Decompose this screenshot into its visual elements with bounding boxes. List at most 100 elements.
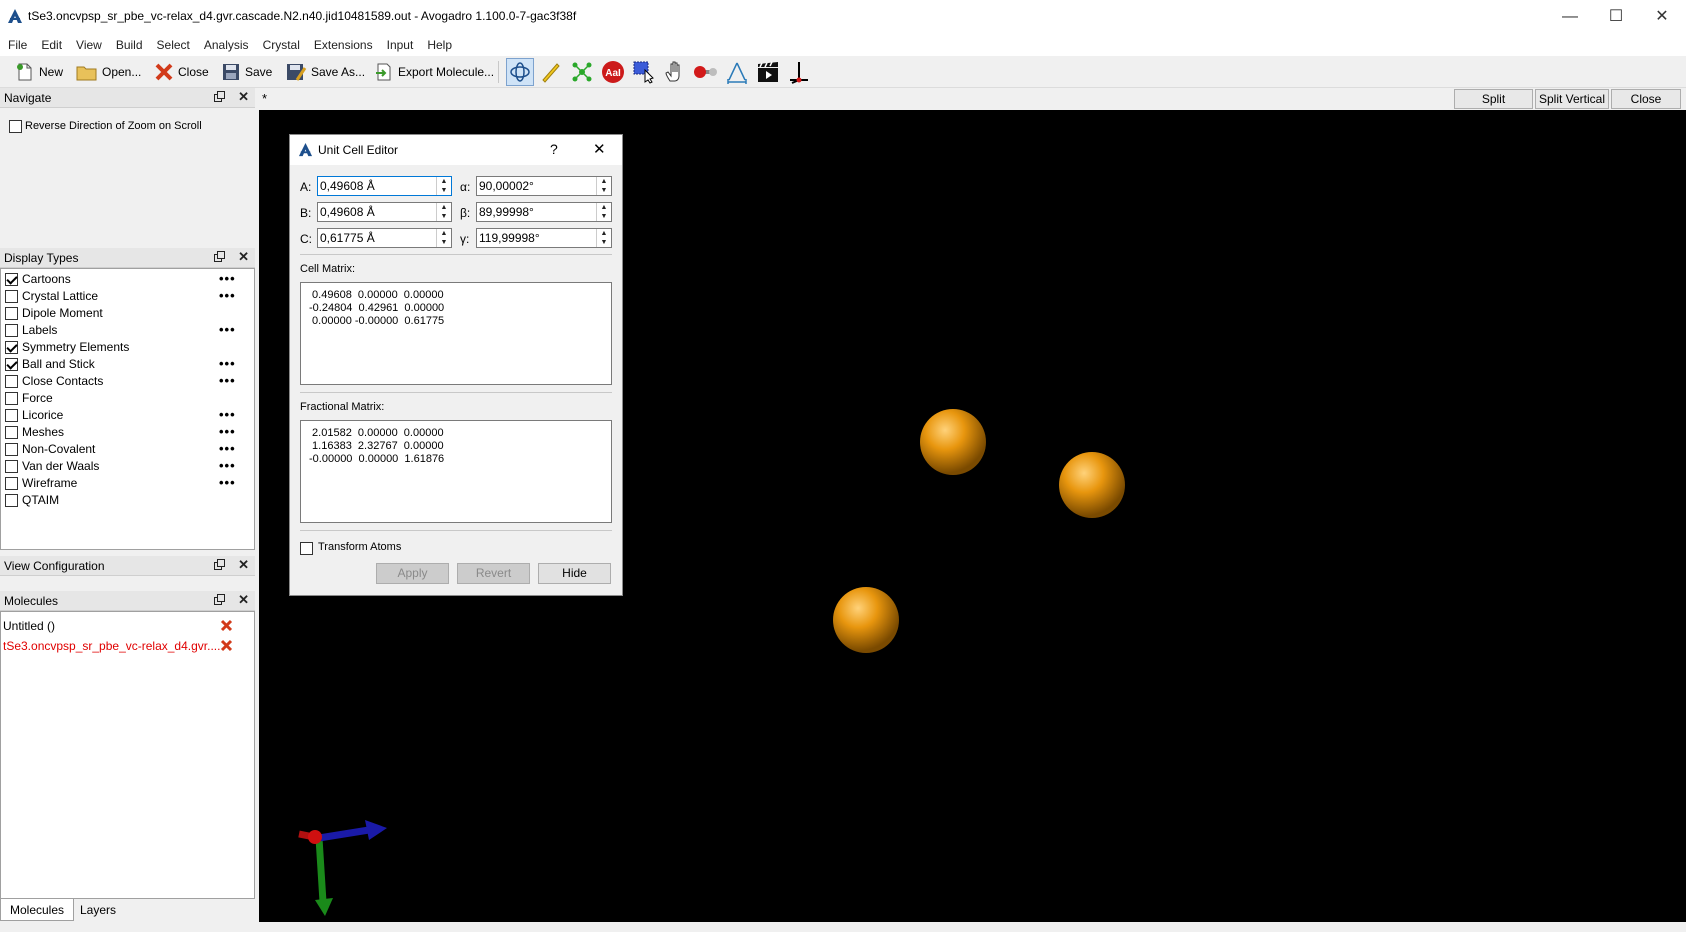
close-dock-icon[interactable]: ✕ bbox=[238, 89, 249, 105]
cell-matrix-editor[interactable]: 0.49608 0.00000 0.00000 -0.24804 0.42961… bbox=[300, 282, 612, 385]
display-type-settings-button[interactable]: ••• bbox=[219, 373, 236, 388]
display-type-checkbox[interactable] bbox=[5, 494, 18, 507]
atom-sphere[interactable] bbox=[833, 587, 899, 653]
menu-extensions[interactable]: Extensions bbox=[307, 34, 380, 56]
transform-atoms-checkbox[interactable] bbox=[300, 542, 313, 556]
close-button[interactable]: Close bbox=[151, 59, 212, 85]
display-type-row[interactable]: QTAIM bbox=[1, 492, 254, 509]
revert-button[interactable]: Revert bbox=[457, 563, 530, 584]
display-type-checkbox[interactable] bbox=[5, 375, 18, 388]
display-type-checkbox[interactable] bbox=[5, 341, 18, 354]
gamma-input[interactable] bbox=[479, 230, 591, 246]
close-dock-icon[interactable]: ✕ bbox=[238, 249, 249, 265]
save-button[interactable]: Save bbox=[218, 59, 275, 85]
display-type-row[interactable]: Ball and Stick ••• bbox=[1, 356, 254, 373]
menu-select[interactable]: Select bbox=[150, 34, 197, 56]
menu-file[interactable]: File bbox=[0, 34, 34, 56]
label-tool[interactable]: AaI bbox=[599, 58, 627, 86]
open-button[interactable]: Open... bbox=[73, 59, 144, 85]
display-type-checkbox[interactable] bbox=[5, 409, 18, 422]
align-tool[interactable] bbox=[785, 58, 813, 86]
spin-arrows-icon[interactable]: ▲ ▼ bbox=[436, 177, 451, 195]
tab-layers[interactable]: Layers bbox=[71, 899, 125, 921]
select-tool[interactable] bbox=[630, 58, 658, 86]
menu-build[interactable]: Build bbox=[109, 34, 150, 56]
float-dock-icon[interactable] bbox=[214, 91, 225, 102]
display-type-settings-button[interactable]: ••• bbox=[219, 475, 236, 490]
new-button[interactable]: New bbox=[12, 59, 66, 85]
bond-centric-tool[interactable] bbox=[692, 58, 720, 86]
menu-edit[interactable]: Edit bbox=[34, 34, 69, 56]
c-spinbox[interactable]: ▲▼ bbox=[317, 228, 452, 248]
display-type-checkbox[interactable] bbox=[5, 290, 18, 303]
display-type-checkbox[interactable] bbox=[5, 324, 18, 337]
spin-arrows-icon[interactable]: ▲ ▼ bbox=[436, 229, 451, 247]
navigate-tool[interactable] bbox=[506, 58, 534, 86]
record-tool[interactable] bbox=[754, 58, 782, 86]
c-input[interactable] bbox=[320, 230, 432, 246]
gamma-spinbox[interactable]: ▲▼ bbox=[476, 228, 612, 248]
menu-input[interactable]: Input bbox=[380, 34, 421, 56]
alpha-spinbox[interactable]: ▲▼ bbox=[476, 176, 612, 196]
display-type-settings-button[interactable]: ••• bbox=[219, 424, 236, 439]
display-type-checkbox[interactable] bbox=[5, 307, 18, 320]
float-dock-icon[interactable] bbox=[214, 559, 225, 570]
display-type-settings-button[interactable]: ••• bbox=[219, 407, 236, 422]
template-tool[interactable] bbox=[568, 58, 596, 86]
close-dock-icon[interactable]: ✕ bbox=[238, 592, 249, 608]
split-vertical-button[interactable]: Split Vertical bbox=[1535, 89, 1609, 109]
float-dock-icon[interactable] bbox=[214, 251, 225, 262]
menu-crystal[interactable]: Crystal bbox=[256, 34, 307, 56]
display-type-row[interactable]: Licorice ••• bbox=[1, 407, 254, 424]
spin-arrows-icon[interactable]: ▲ ▼ bbox=[596, 229, 611, 247]
display-type-row[interactable]: Close Contacts ••• bbox=[1, 373, 254, 390]
fractional-matrix-editor[interactable]: 2.01582 0.00000 0.00000 1.16383 2.32767 … bbox=[300, 420, 612, 523]
display-type-settings-button[interactable]: ••• bbox=[219, 322, 236, 337]
alpha-input[interactable] bbox=[479, 178, 591, 194]
close-view-button[interactable]: Close bbox=[1611, 89, 1681, 109]
close-window-button[interactable]: ✕ bbox=[1639, 4, 1685, 30]
remove-molecule-icon[interactable] bbox=[220, 619, 233, 632]
display-type-row[interactable]: Wireframe ••• bbox=[1, 475, 254, 492]
molecule-item[interactable]: tSe3.oncvpsp_sr_pbe_vc-relax_d4.gvr.... bbox=[1, 636, 254, 656]
display-type-settings-button[interactable]: ••• bbox=[219, 288, 236, 303]
export-molecule-button[interactable]: Export Molecule... bbox=[371, 59, 497, 85]
float-dock-icon[interactable] bbox=[214, 594, 225, 605]
display-type-row[interactable]: Meshes ••• bbox=[1, 424, 254, 441]
menu-analysis[interactable]: Analysis bbox=[197, 34, 256, 56]
close-dock-icon[interactable]: ✕ bbox=[238, 557, 249, 573]
display-type-row[interactable]: Crystal Lattice ••• bbox=[1, 288, 254, 305]
atom-sphere[interactable] bbox=[1059, 452, 1125, 518]
spin-arrows-icon[interactable]: ▲ ▼ bbox=[596, 203, 611, 221]
split-horizontal-button[interactable]: Split Horizontal bbox=[1454, 89, 1533, 124]
display-type-row[interactable]: Van der Waals ••• bbox=[1, 458, 254, 475]
manipulate-tool[interactable] bbox=[661, 58, 689, 86]
spin-arrows-icon[interactable]: ▲ ▼ bbox=[596, 177, 611, 195]
display-type-row[interactable]: Dipole Moment bbox=[1, 305, 254, 322]
spin-arrows-icon[interactable]: ▲ ▼ bbox=[436, 203, 451, 221]
display-type-settings-button[interactable]: ••• bbox=[219, 271, 236, 286]
display-type-checkbox[interactable] bbox=[5, 460, 18, 473]
dialog-close-button[interactable]: ✕ bbox=[593, 140, 606, 158]
display-type-checkbox[interactable] bbox=[5, 392, 18, 405]
view-tab[interactable]: * bbox=[262, 91, 267, 106]
maximize-button[interactable]: ☐ bbox=[1593, 4, 1639, 30]
display-type-settings-button[interactable]: ••• bbox=[219, 356, 236, 371]
save-as-button[interactable]: Save As... bbox=[282, 59, 368, 85]
display-type-row[interactable]: Force bbox=[1, 390, 254, 407]
display-type-row[interactable]: Cartoons ••• bbox=[1, 271, 254, 288]
display-type-checkbox[interactable] bbox=[5, 477, 18, 490]
menu-help[interactable]: Help bbox=[420, 34, 459, 56]
beta-input[interactable] bbox=[479, 204, 591, 220]
tab-molecules[interactable]: Molecules bbox=[0, 899, 75, 921]
display-type-checkbox[interactable] bbox=[5, 358, 18, 371]
display-type-row[interactable]: Non-Covalent ••• bbox=[1, 441, 254, 458]
b-input[interactable] bbox=[320, 204, 432, 220]
atom-sphere[interactable] bbox=[920, 409, 986, 475]
display-type-settings-button[interactable]: ••• bbox=[219, 458, 236, 473]
display-type-row[interactable]: Symmetry Elements bbox=[1, 339, 254, 356]
draw-tool[interactable] bbox=[537, 58, 565, 86]
b-spinbox[interactable]: ▲▼ bbox=[317, 202, 452, 222]
display-type-checkbox[interactable] bbox=[5, 426, 18, 439]
a-spinbox[interactable]: ▲▼ bbox=[317, 176, 452, 196]
